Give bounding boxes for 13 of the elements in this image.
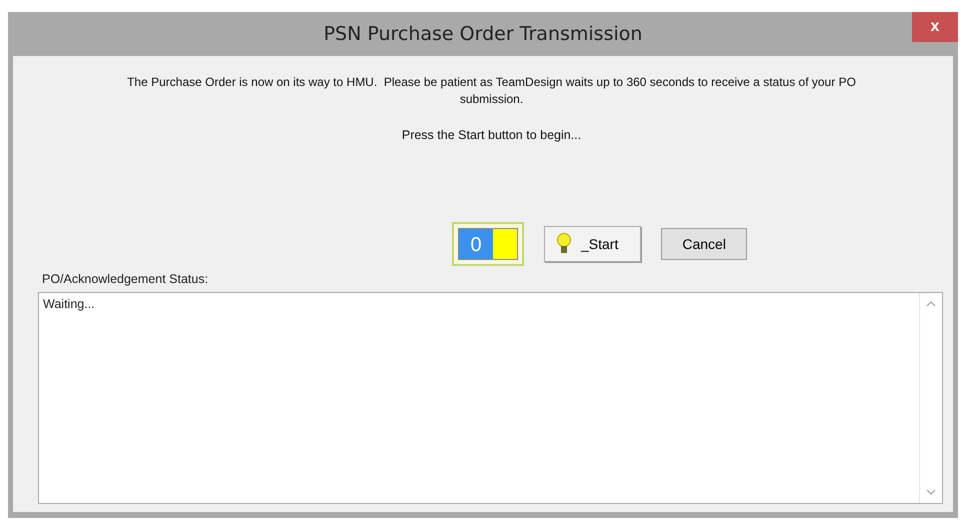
scroll-up-icon[interactable] xyxy=(926,301,936,307)
start-button[interactable]: _Start xyxy=(544,226,642,262)
status-text: Waiting... xyxy=(42,296,96,313)
lightbulb-icon xyxy=(555,232,573,256)
status-text-area[interactable]: Waiting... xyxy=(38,292,943,504)
cancel-button[interactable]: Cancel xyxy=(661,228,747,260)
close-button[interactable]: x xyxy=(912,12,958,42)
status-label: PO/Acknowledgement Status: xyxy=(42,272,210,286)
counter-value: 0 xyxy=(459,229,493,259)
message-text: The Purchase Order is now on its way to HMU. Please be patient as TeamDesign waits up to 360 seconds to receive a status of your PO submission. xyxy=(126,74,857,108)
window-title: PSN Purchase Order Transmission xyxy=(324,23,642,45)
prompt-text: Press the Start button to begin... xyxy=(400,128,582,142)
scroll-down-icon[interactable] xyxy=(926,489,936,495)
